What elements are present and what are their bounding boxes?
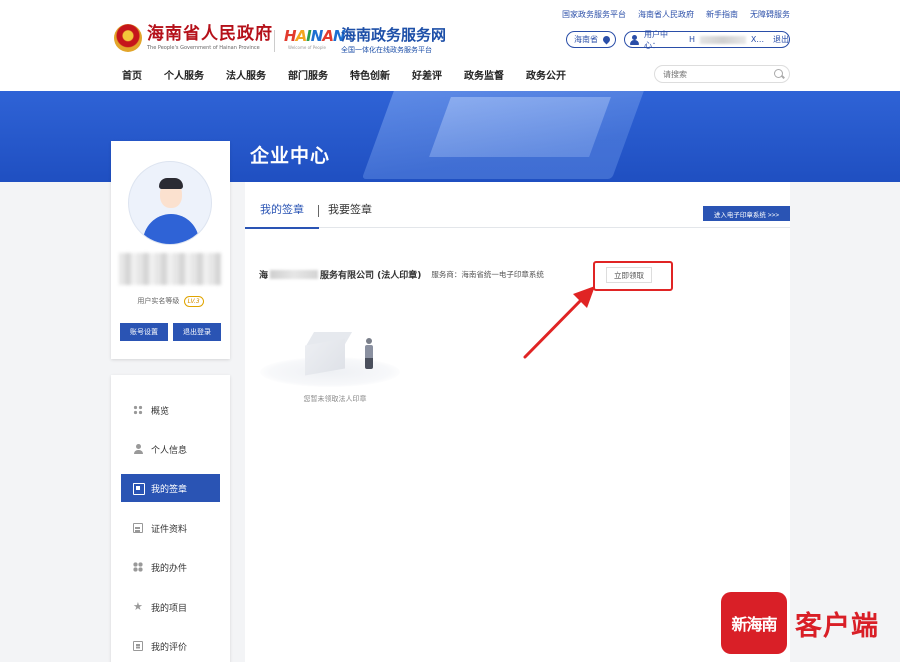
seal-row: 海 服务有限公司 (法人印章) 服务商：海南省统一电子印章系统 xyxy=(259,268,544,281)
grid-icon xyxy=(133,405,143,415)
hainan-logo-text: HAINAN xyxy=(284,27,345,45)
national-emblem-icon xyxy=(114,24,142,52)
nav-disclosure[interactable]: 政务公开 xyxy=(526,67,566,82)
search-input[interactable] xyxy=(663,66,773,82)
region-label: 海南省 xyxy=(574,35,598,44)
location-pin-icon xyxy=(601,34,612,45)
star-icon: ★ xyxy=(133,600,143,613)
seal-company-name: 服务有限公司 (法人印章) xyxy=(320,271,422,281)
logo-divider xyxy=(274,30,275,52)
service-title: 海南政务服务网 xyxy=(341,26,447,44)
seal-provider: 服务商：海南省统一电子印章系统 xyxy=(431,270,544,279)
profile-card: 用户实名等级 LV.3 账号设置 退出登录 xyxy=(111,141,230,359)
sidebar-item-documents[interactable]: 证件资料 xyxy=(121,514,220,542)
seal-company-prefix: 海 xyxy=(259,271,269,281)
enter-seal-system-button[interactable]: 进入电子印章系统 >>> xyxy=(703,206,790,221)
avatar-hair xyxy=(159,178,183,189)
tab-apply-seal[interactable]: 我要签章 xyxy=(328,202,372,228)
banner-title: 企业中心 xyxy=(250,145,331,167)
sidebar-item-label: 我的签章 xyxy=(151,484,188,495)
avatar xyxy=(128,161,212,245)
search-icon[interactable] xyxy=(774,69,783,78)
gov-subtitle: The People's Government of Hainan Provin… xyxy=(147,45,260,51)
user-name-prefix: H xyxy=(688,35,695,44)
empty-person-figure xyxy=(365,338,373,370)
user-name-redacted xyxy=(699,35,746,44)
hainan-logo-sub: Welcome of People xyxy=(288,45,326,50)
news-app-watermark: 新海南 客户端 xyxy=(721,592,879,654)
new-hainan-logo: 新海南 xyxy=(721,592,787,654)
nav-home[interactable]: 首页 xyxy=(122,67,142,82)
top-link-national-platform[interactable]: 国家政务服务平台 xyxy=(562,9,626,20)
top-link-guide[interactable]: 新手指南 xyxy=(706,9,738,20)
service-subtitle: 全国一体化在线政务服务平台 xyxy=(341,46,432,54)
sidebar-item-my-projects[interactable]: ★ 我的项目 xyxy=(121,593,220,621)
region-selector[interactable]: 海南省 xyxy=(566,31,616,48)
sidebar-item-label: 个人信息 xyxy=(151,445,188,456)
tab-divider xyxy=(318,205,319,217)
avatar-body xyxy=(143,214,199,244)
top-link-accessibility[interactable]: 无障碍服务 xyxy=(750,9,790,20)
top-link-provincial-gov[interactable]: 海南省人民政府 xyxy=(638,9,694,20)
nav-personal-service[interactable]: 个人服务 xyxy=(164,67,204,82)
site-header: 国家政务服务平台 海南省人民政府 新手指南 无障碍服务 海南省人民政府 The … xyxy=(0,0,900,91)
nav-featured-innovation[interactable]: 特色创新 xyxy=(350,67,390,82)
main-nav: 首页 个人服务 法人服务 部门服务 特色创新 好差评 政务监督 政务公开 xyxy=(122,67,566,82)
user-name-redacted-block xyxy=(119,253,221,285)
stamp-icon xyxy=(133,483,145,495)
seal-company-redacted xyxy=(270,270,319,279)
nav-legal-service[interactable]: 法人服务 xyxy=(226,67,266,82)
sidebar-item-overview[interactable]: 概览 xyxy=(121,396,220,424)
sidebar-item-personal-info[interactable]: 个人信息 xyxy=(121,435,220,463)
sidebar-item-my-seals[interactable]: 我的签章 xyxy=(121,474,220,502)
level-label: 用户实名等级 xyxy=(137,297,180,305)
annotation-arrow-icon xyxy=(523,286,595,359)
person-icon xyxy=(630,34,639,45)
gov-title: 海南省人民政府 xyxy=(147,24,273,44)
real-name-level: 用户实名等级 LV.3 xyxy=(111,296,230,307)
exit-login-button[interactable]: 退出登录 xyxy=(173,323,221,341)
sidebar-item-label: 我的办件 xyxy=(151,563,188,574)
active-tab-underline xyxy=(245,227,319,229)
hainan-logo[interactable]: HAINAN Welcome of People xyxy=(284,27,345,50)
user-center[interactable]: 用户中心： H X... 退出 xyxy=(624,29,790,50)
level-badge: LV.3 xyxy=(183,296,204,307)
nav-supervision[interactable]: 政务监督 xyxy=(464,67,504,82)
account-settings-button[interactable]: 账号设置 xyxy=(120,323,168,341)
nav-rating[interactable]: 好差评 xyxy=(412,67,442,82)
note-icon xyxy=(133,641,143,651)
service-net-logo[interactable]: 海南政务服务网 全国一体化在线政务服务平台 xyxy=(341,27,446,55)
document-icon xyxy=(133,523,143,533)
side-menu: 概览 个人信息 我的签章 证件资料 我的办件 ★ 我的项目 我的评价 xyxy=(111,375,230,662)
search-box xyxy=(654,65,790,83)
watermark-text: 客户端 xyxy=(795,610,879,642)
empty-state-illustration xyxy=(260,332,400,392)
gov-logo[interactable]: 海南省人民政府 The People's Government of Haina… xyxy=(114,24,273,52)
user-name-suffix: X... xyxy=(750,35,765,44)
main-panel: 我的签章 我要签章 进入电子印章系统 >>> 海 服务有限公司 (法人印章) 服… xyxy=(245,182,790,662)
sidebar-item-label: 我的项目 xyxy=(151,603,188,614)
user-center-label: 用户中心： xyxy=(643,29,668,50)
sidebar-item-my-cases[interactable]: 我的办件 xyxy=(121,553,220,581)
tab-my-seals[interactable]: 我的签章 xyxy=(260,202,304,228)
sidebar-item-label: 概览 xyxy=(151,406,170,417)
empty-state-text: 您暂未领取法人印章 xyxy=(303,395,367,403)
apps-icon xyxy=(133,562,143,572)
user-icon xyxy=(133,444,143,454)
banner-screen-illustration xyxy=(429,97,611,157)
sidebar-item-my-reviews[interactable]: 我的评价 xyxy=(121,632,220,660)
claim-now-button[interactable]: 立即领取 xyxy=(606,267,652,283)
logout-link[interactable]: 退出 xyxy=(773,34,789,45)
top-links: 国家政务服务平台 海南省人民政府 新手指南 无障碍服务 xyxy=(562,9,790,20)
sidebar-item-label: 证件资料 xyxy=(151,524,188,535)
sidebar-item-label: 我的评价 xyxy=(151,642,188,653)
nav-department-service[interactable]: 部门服务 xyxy=(288,67,328,82)
